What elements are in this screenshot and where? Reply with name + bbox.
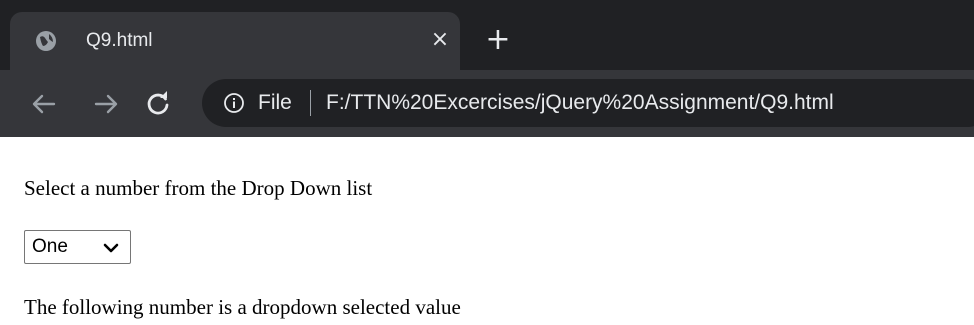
browser-toolbar: File F:/TTN%20Excercises/jQuery%20Assign… <box>0 70 974 137</box>
globe-icon <box>34 29 58 53</box>
number-dropdown[interactable]: One <box>24 230 131 264</box>
chevron-down-icon <box>103 241 119 253</box>
url-text[interactable]: F:/TTN%20Excercises/jQuery%20Assignment/… <box>326 89 834 117</box>
arrow-right-icon[interactable] <box>92 90 120 118</box>
browser-chrome: Q9.html × + File F:/TTN%20Excercises/jQu… <box>0 0 974 137</box>
page-content: Select a number from the Drop Down list … <box>0 137 974 325</box>
omnibox-divider <box>310 90 311 116</box>
tab-title: Q9.html <box>86 30 153 51</box>
scheme-label: File <box>258 91 292 114</box>
arrow-left-icon[interactable] <box>30 90 58 118</box>
info-icon[interactable] <box>223 92 245 114</box>
tab-strip: Q9.html × + <box>0 0 974 70</box>
result-text: The following number is a dropdown selec… <box>24 295 461 319</box>
prompt-text: Select a number from the Drop Down list <box>24 176 373 200</box>
reload-icon[interactable] <box>144 90 172 118</box>
close-icon[interactable]: × <box>427 27 453 53</box>
tab-q9[interactable]: Q9.html × <box>10 12 460 70</box>
address-bar[interactable]: File F:/TTN%20Excercises/jQuery%20Assign… <box>202 79 974 127</box>
dropdown-selected-value: One <box>32 236 68 257</box>
new-tab-button[interactable]: + <box>484 25 512 55</box>
